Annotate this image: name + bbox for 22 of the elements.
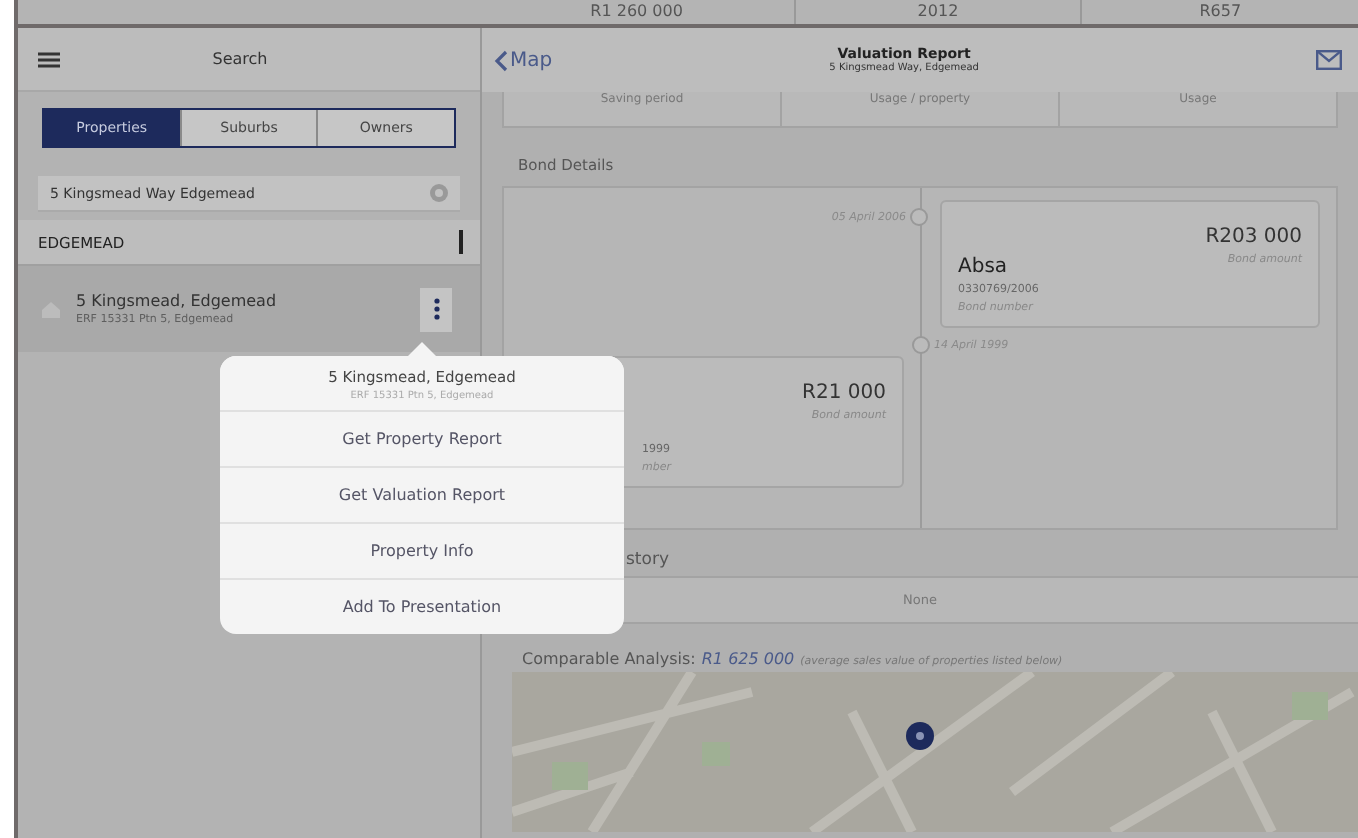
table-cell: 2012 [795, 0, 1083, 24]
more-icon[interactable] [433, 298, 439, 320]
more-button[interactable] [420, 287, 452, 331]
menu-item[interactable]: Get Valuation Report [220, 466, 624, 522]
comparable-label: Comparable Analysis: [522, 650, 696, 668]
more-icon[interactable] [458, 230, 464, 254]
menu-icon[interactable] [38, 51, 60, 67]
table-cell-text: R657 [1197, 0, 1244, 24]
bond-amount: R21 000 [802, 382, 886, 404]
back-link[interactable]: Map [494, 49, 553, 71]
map-pin-icon [906, 722, 934, 750]
bank-name: Absa [958, 256, 1008, 278]
menu-item[interactable]: Add To Presentation [220, 578, 624, 634]
back-icon[interactable] [494, 49, 508, 71]
sidebar-title: Search [210, 50, 270, 68]
menu-item[interactable]: Property Info [220, 522, 624, 578]
result-title: 5 Kingsmead, Edgemead [76, 292, 279, 310]
bond-amount: R203 000 [1205, 226, 1302, 248]
comparable-value: R1 625 000 [701, 650, 795, 668]
table-cell: R1 260 000 [480, 0, 796, 24]
menu-item[interactable]: Get Property Report [220, 410, 624, 466]
mail-icon[interactable] [1316, 50, 1342, 70]
